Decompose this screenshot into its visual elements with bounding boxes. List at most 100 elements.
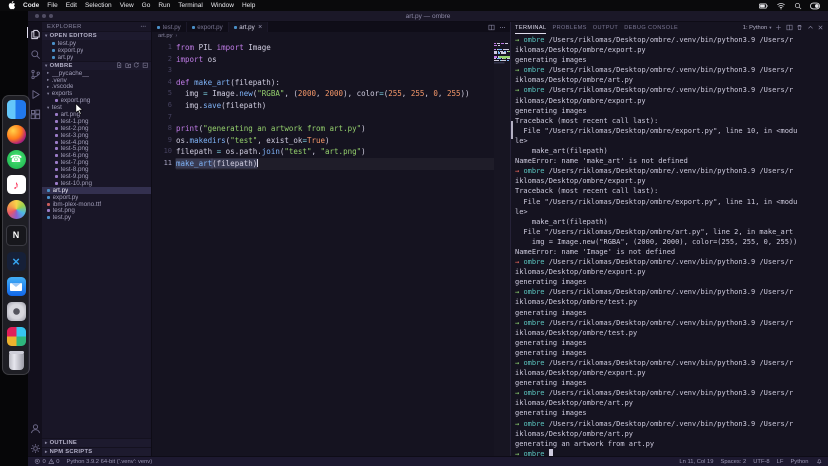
language-mode[interactable]: Python [790,459,808,465]
outline-section[interactable]: ▸OUTLINE [42,438,151,447]
menu-help[interactable]: Help [242,2,255,9]
kill-terminal-icon[interactable] [796,24,803,31]
source-control-icon[interactable] [30,67,41,78]
wifi-icon[interactable] [776,2,786,10]
open-editors-section[interactable]: ▾ OPEN EDITORS [42,31,151,40]
maximize-panel-icon[interactable] [807,24,814,31]
file-test-4.png[interactable]: test-4.png [42,139,151,146]
file-test-5.png[interactable]: test-5.png [42,145,151,152]
split-editor-icon[interactable] [488,24,495,31]
cursor-position[interactable]: Ln 11, Col 19 [679,459,713,465]
dock-icon-photos[interactable] [7,200,26,219]
file-test.py[interactable]: test.py [42,214,151,221]
file-test-3.png[interactable]: test-3.png [42,132,151,139]
terminal-output[interactable]: → ombre /Users/riklomas/Desktop/ombre/.v… [511,33,828,456]
file-art.py[interactable]: art.py [42,187,151,194]
account-icon[interactable] [30,421,41,432]
apple-menu-icon[interactable] [8,1,16,10]
menu-file[interactable]: File [47,2,57,9]
refresh-explorer-icon[interactable] [133,62,140,69]
breadcrumb[interactable]: art.py › [152,32,510,40]
dock-icon-apple-music[interactable]: ♪ [7,175,26,194]
file-test-1.png[interactable]: test-1.png [42,118,151,125]
dock-icon-system-preferences[interactable] [7,302,26,321]
tab-art.py[interactable]: art.py× [229,22,269,32]
dock-icon-firefox[interactable] [7,125,26,144]
panel-tab-problems[interactable]: PROBLEMS [552,23,586,33]
folder-.venv[interactable]: ▸.venv [42,77,151,84]
bell-icon[interactable] [816,458,823,465]
folder-.vscode[interactable]: ▸.vscode [42,83,151,90]
minimap[interactable] [494,40,510,456]
file-export.py[interactable]: export.py [42,194,151,201]
eol[interactable]: LF [777,459,784,465]
titlebar[interactable]: art.py — ombre [28,11,828,22]
terminal-selector[interactable]: 1: Python▾ [743,25,772,31]
problems-indicator[interactable]: 00 [34,458,59,465]
tab-test.py[interactable]: test.py [152,22,187,32]
file-ibm-plex-mono.ttf[interactable]: ibm-plex-mono.ttf [42,201,151,208]
open-editor-art.py[interactable]: art.py [42,54,151,61]
panel-tab-terminal[interactable]: TERMINAL [515,23,546,33]
tab-export.py[interactable]: export.py [187,22,229,32]
code-editor[interactable]: from PIL import Imageimport osdef make_a… [176,40,494,456]
npm-scripts-section[interactable]: ▸NPM SCRIPTS [42,447,151,456]
new-folder-icon[interactable] [125,62,132,69]
more-actions-icon[interactable] [140,23,147,30]
breadcrumb-item[interactable]: art.py [158,33,173,39]
new-file-icon[interactable] [116,62,123,69]
close-tab-icon[interactable]: × [258,24,262,31]
folder-exports[interactable]: ▾exports [42,90,151,97]
dock-icon-notion[interactable]: N [6,225,27,246]
project-section[interactable]: ▾ OMBRE [42,61,151,70]
more-actions-icon[interactable] [499,24,506,31]
zoom-window-icon[interactable] [49,14,53,18]
file-export.png[interactable]: export.png [42,97,151,104]
menu-window[interactable]: Window [211,2,234,9]
run-and-debug-icon[interactable] [30,87,41,98]
indentation[interactable]: Spaces: 2 [720,459,746,465]
extensions-icon[interactable] [30,107,41,118]
minimize-window-icon[interactable] [42,14,46,18]
control-center-icon[interactable] [810,2,820,10]
battery-icon[interactable] [759,2,769,10]
explorer-icon[interactable] [30,27,41,38]
explorer-more-actions[interactable] [140,23,147,30]
file-test-6.png[interactable]: test-6.png [42,152,151,159]
add-terminal-icon[interactable] [775,24,782,31]
file-test-8.png[interactable]: test-8.png [42,166,151,173]
menu-code[interactable]: Code [23,2,39,9]
menu-selection[interactable]: Selection [85,2,112,9]
split-terminal-icon[interactable] [786,24,793,31]
spotlight-icon[interactable] [793,2,803,10]
close-panel-icon[interactable] [817,24,824,31]
folder-__pycache__[interactable]: ▸__pycache__ [42,70,151,77]
window-controls[interactable] [35,14,53,18]
dock-icon-vscode[interactable]: × [7,252,26,271]
dock-icon-slack[interactable] [7,327,26,346]
open-editor-export.py[interactable]: export.py [42,47,151,54]
menu-run[interactable]: Run [158,2,170,9]
panel-tab-debug-console[interactable]: DEBUG CONSOLE [624,23,678,33]
dock-icon-mail[interactable] [7,277,26,296]
menu-go[interactable]: Go [142,2,151,9]
python-interpreter[interactable]: Python 3.9.2 64-bit ('.venv': venv) [66,459,152,465]
collapse-folders-icon[interactable] [142,62,149,69]
menu-view[interactable]: View [120,2,134,9]
close-window-icon[interactable] [35,14,39,18]
panel-tab-output[interactable]: OUTPUT [593,23,618,33]
menu-terminal[interactable]: Terminal [178,2,203,9]
file-test-7.png[interactable]: test-7.png [42,159,151,166]
open-editor-test.py[interactable]: test.py [42,40,151,47]
encoding[interactable]: UTF-8 [753,459,769,465]
search-icon[interactable] [30,47,41,58]
file-test-10.png[interactable]: test-10.png [42,180,151,187]
settings-icon[interactable] [30,441,41,452]
file-test-9.png[interactable]: test-9.png [42,173,151,180]
dock-icon-trash[interactable] [9,353,24,370]
file-test.png[interactable]: test.png [42,207,151,214]
file-test-2.png[interactable]: test-2.png [42,125,151,132]
menu-edit[interactable]: Edit [66,2,77,9]
dock-icon-finder[interactable] [7,100,26,119]
folder-test[interactable]: ▾test [42,104,151,111]
